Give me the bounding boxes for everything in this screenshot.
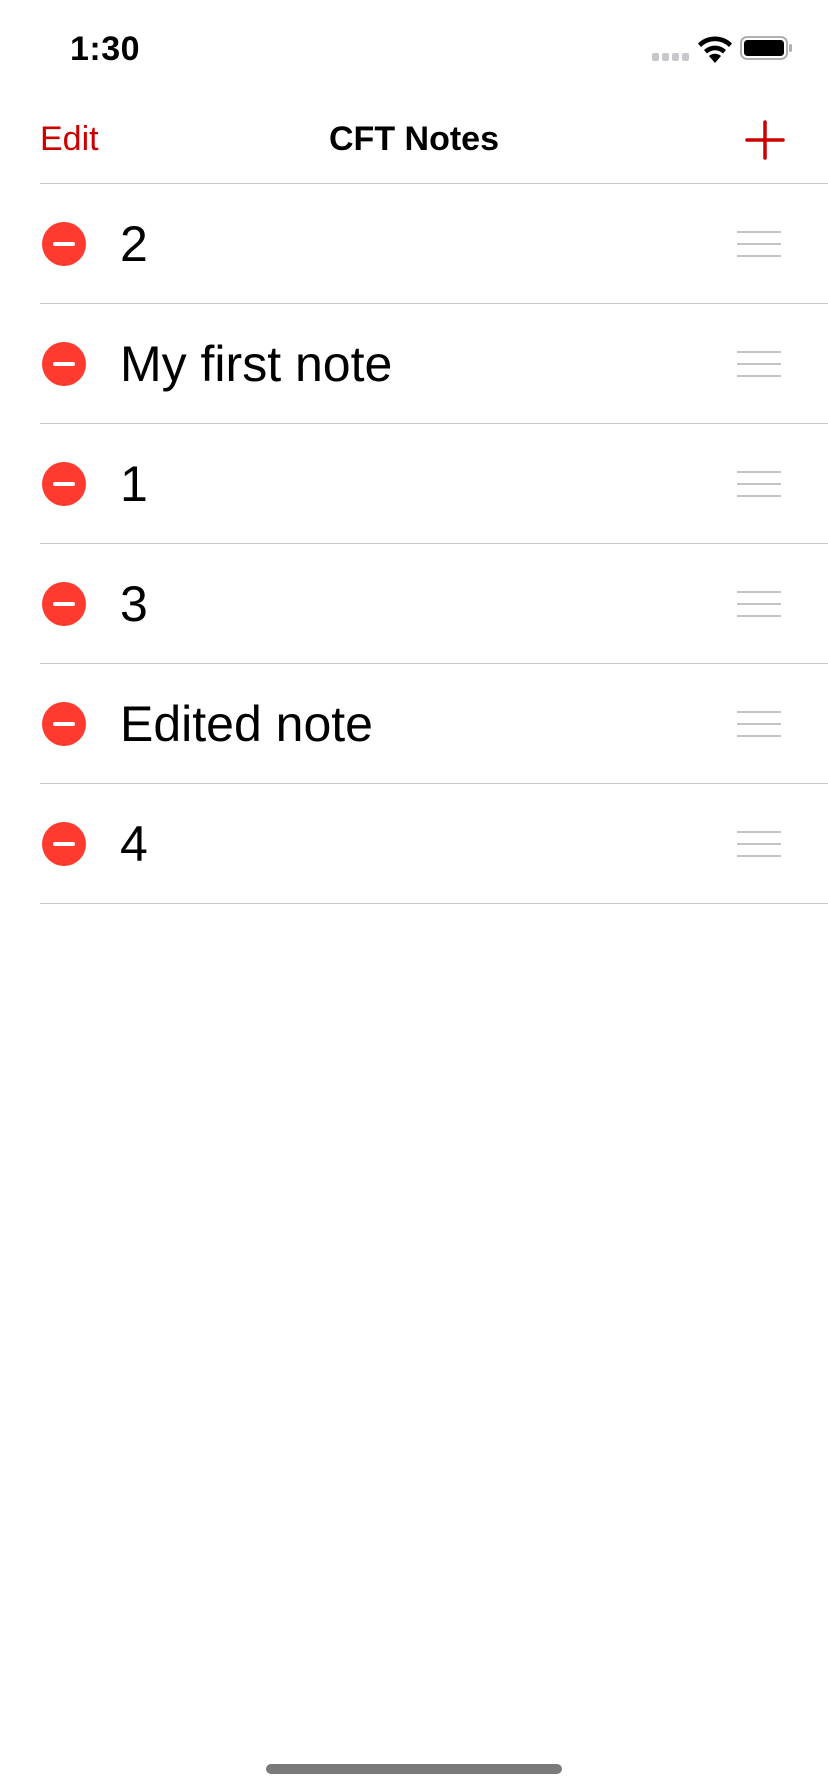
minus-circle-icon[interactable]: [42, 462, 86, 506]
note-title: 4: [120, 816, 148, 872]
page-title: CFT Notes: [329, 120, 499, 158]
note-title: My first note: [120, 336, 393, 392]
list-item[interactable]: 4: [40, 784, 828, 904]
note-title: 3: [120, 576, 148, 632]
list-item[interactable]: 1: [40, 424, 828, 544]
minus-circle-icon[interactable]: [42, 342, 86, 386]
list-item[interactable]: Edited note: [40, 664, 828, 784]
home-indicator[interactable]: [266, 1764, 562, 1774]
note-list: 2 My first note 1 3 Edited note 4: [0, 184, 828, 904]
list-item[interactable]: 2: [40, 184, 828, 304]
plus-icon[interactable]: [744, 119, 786, 161]
signal-icon: [652, 53, 689, 61]
minus-circle-icon[interactable]: [42, 702, 86, 746]
minus-circle-icon[interactable]: [42, 582, 86, 626]
reorder-handle-icon[interactable]: [737, 471, 781, 497]
reorder-handle-icon[interactable]: [737, 831, 781, 857]
note-title: 1: [120, 456, 148, 512]
status-time: 1:30: [70, 30, 141, 68]
reorder-handle-icon[interactable]: [737, 231, 781, 257]
reorder-handle-icon[interactable]: [737, 711, 781, 737]
minus-circle-icon[interactable]: [42, 222, 86, 266]
list-item[interactable]: 3: [40, 544, 828, 664]
status-bar: 1:30: [0, 0, 828, 100]
reorder-handle-icon[interactable]: [737, 351, 781, 377]
navigation-bar: Edit CFT Notes: [0, 100, 828, 184]
battery-icon: [740, 36, 792, 60]
list-item[interactable]: My first note: [40, 304, 828, 424]
note-title: Edited note: [120, 696, 373, 752]
note-title: 2: [120, 216, 148, 272]
wifi-icon: [698, 36, 732, 63]
reorder-handle-icon[interactable]: [737, 591, 781, 617]
minus-circle-icon[interactable]: [42, 822, 86, 866]
